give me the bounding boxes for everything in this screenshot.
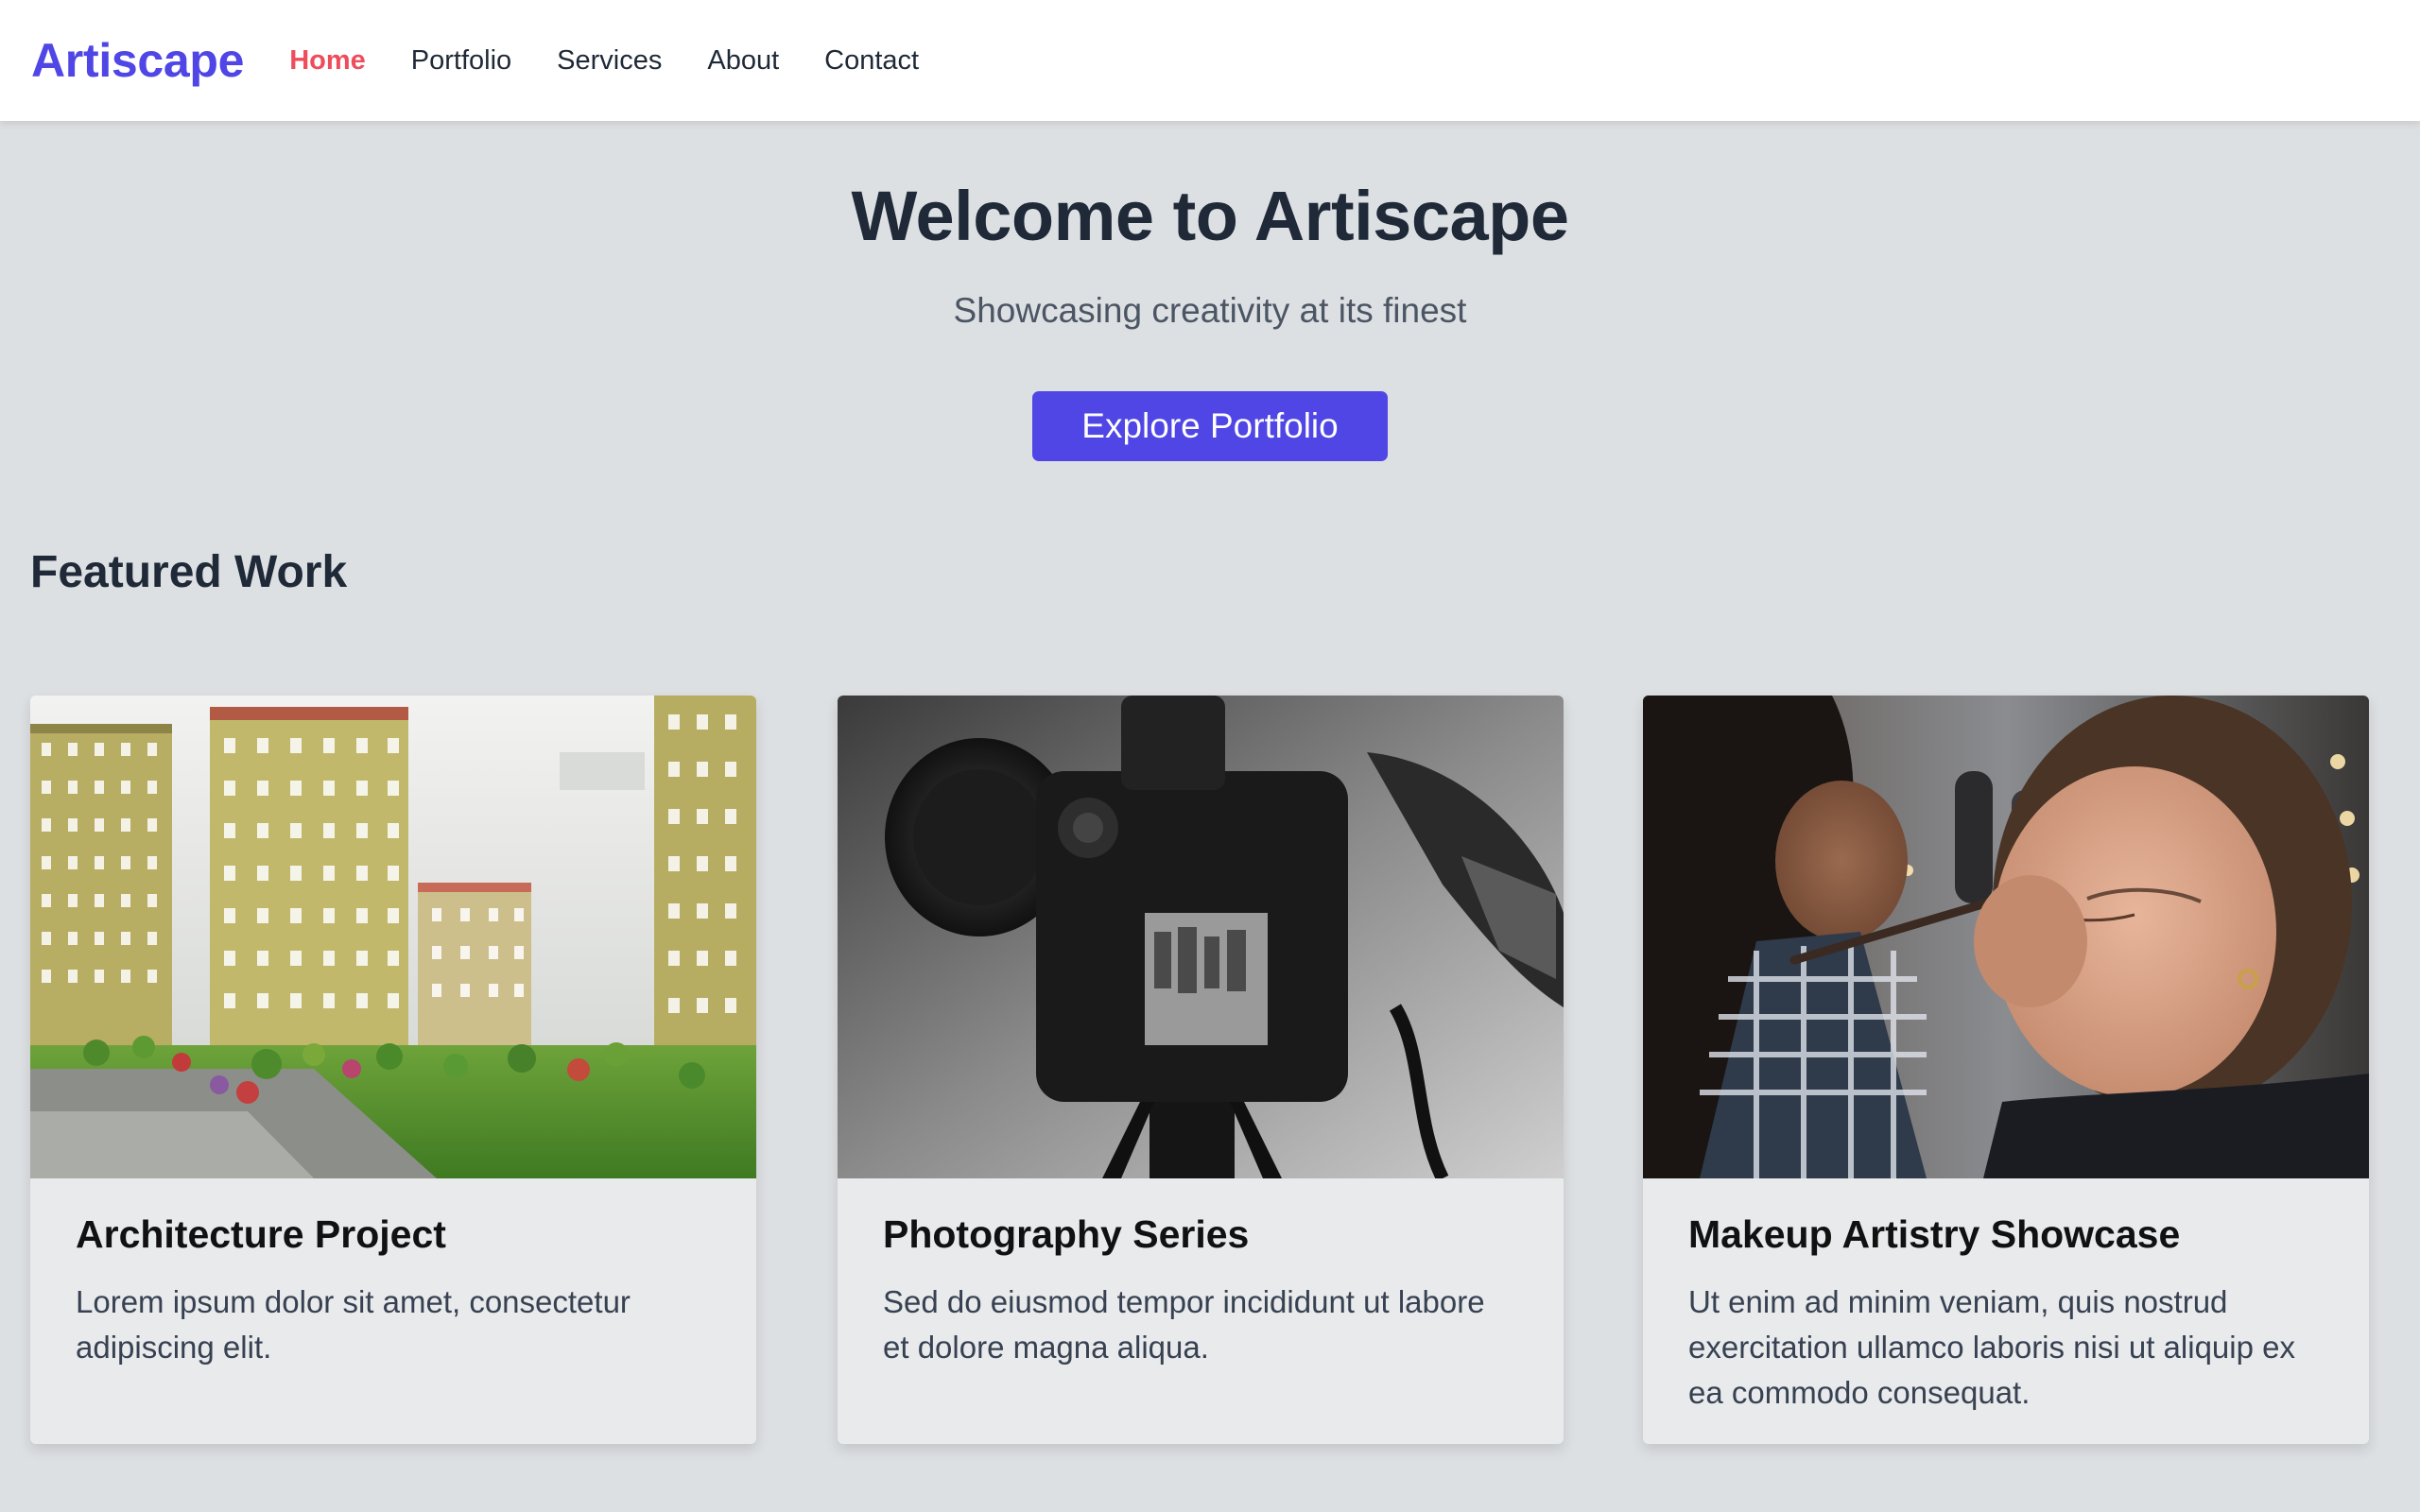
card-title: Photography Series — [883, 1212, 1250, 1256]
card-description: Lorem ipsum dolor sit amet, consectetur … — [76, 1284, 631, 1365]
nav-services[interactable]: Services — [557, 45, 662, 77]
camera-image — [838, 696, 1564, 1178]
site-header: Artiscape Home Portfolio Services About … — [0, 0, 2420, 121]
card-description: Sed do eiusmod tempor incididunt ut labo… — [883, 1284, 1485, 1365]
hero-subtitle: Showcasing creativity at its finest — [953, 291, 1467, 330]
portfolio-card-makeup[interactable]: Makeup Artistry Showcase Ut enim ad mini… — [1643, 696, 2369, 1444]
explore-portfolio-button[interactable]: Explore Portfolio — [1032, 391, 1388, 461]
site-logo[interactable]: Artiscape — [31, 33, 244, 88]
nav-home[interactable]: Home — [289, 45, 366, 77]
featured-work-heading: Featured Work — [30, 547, 348, 597]
card-description: Ut enim ad minim veniam, quis nostrud ex… — [1688, 1284, 2295, 1410]
card-title: Architecture Project — [76, 1212, 446, 1256]
card-title: Makeup Artistry Showcase — [1688, 1212, 2181, 1256]
portfolio-card-architecture[interactable]: Architecture Project Lorem ipsum dolor s… — [30, 696, 756, 1444]
makeup-artist-image — [1643, 696, 2369, 1178]
portfolio-card-photography[interactable]: Photography Series Sed do eiusmod tempor… — [838, 696, 1564, 1444]
nav-about[interactable]: About — [707, 45, 779, 77]
nav-portfolio[interactable]: Portfolio — [411, 45, 511, 77]
architecture-model-image — [30, 696, 756, 1178]
hero-title: Welcome to Artiscape — [851, 177, 1569, 255]
nav-contact[interactable]: Contact — [824, 45, 919, 77]
main-nav: Home Portfolio Services About Contact — [289, 45, 964, 77]
